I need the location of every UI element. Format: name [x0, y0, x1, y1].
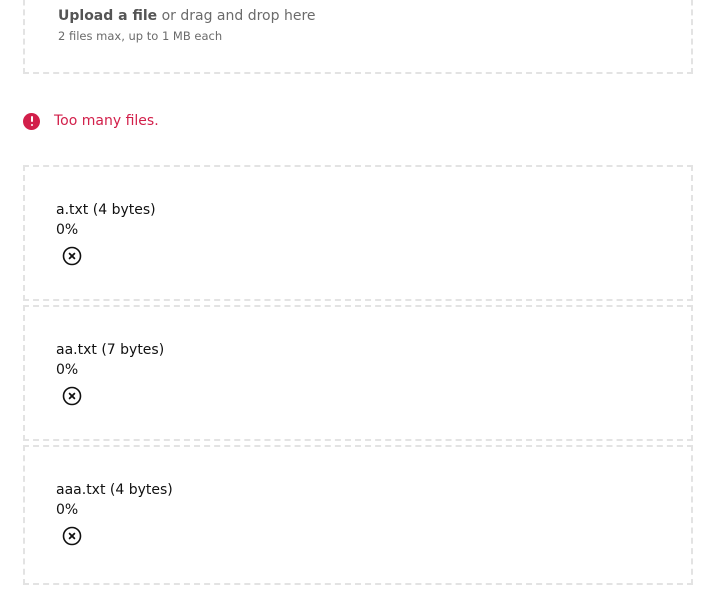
close-circle-icon — [62, 526, 82, 546]
file-progress: 0% — [56, 502, 79, 518]
remove-file-button[interactable] — [62, 526, 82, 546]
remove-file-button[interactable] — [62, 386, 82, 406]
file-progress: 0% — [56, 362, 79, 378]
close-circle-icon — [62, 246, 82, 266]
file-item: aa.txt (7 bytes) 0% — [23, 305, 693, 441]
file-progress: 0% — [56, 222, 79, 238]
file-name: a.txt (4 bytes) — [56, 202, 156, 218]
error-text: Too many files. — [54, 113, 159, 129]
upload-constraints: 2 files max, up to 1 MB each — [58, 29, 223, 43]
file-item: aaa.txt (4 bytes) 0% — [23, 445, 693, 585]
file-list: a.txt (4 bytes) 0% aa.txt (7 bytes) 0% a… — [23, 165, 693, 585]
file-item: a.txt (4 bytes) 0% — [23, 165, 693, 301]
close-circle-icon — [62, 386, 82, 406]
file-name: aa.txt (7 bytes) — [56, 342, 165, 358]
file-dropzone[interactable]: Upload a file or drag and drop here 2 fi… — [23, 0, 693, 74]
upload-file-link[interactable]: Upload a file — [58, 8, 157, 24]
file-name: aaa.txt (4 bytes) — [56, 482, 173, 498]
alert-circle-icon — [23, 112, 40, 130]
dropzone-instructions: Upload a file or drag and drop here — [58, 8, 316, 24]
error-message: Too many files. — [23, 111, 159, 131]
drag-drop-text: or drag and drop here — [157, 8, 316, 24]
remove-file-button[interactable] — [62, 246, 82, 266]
